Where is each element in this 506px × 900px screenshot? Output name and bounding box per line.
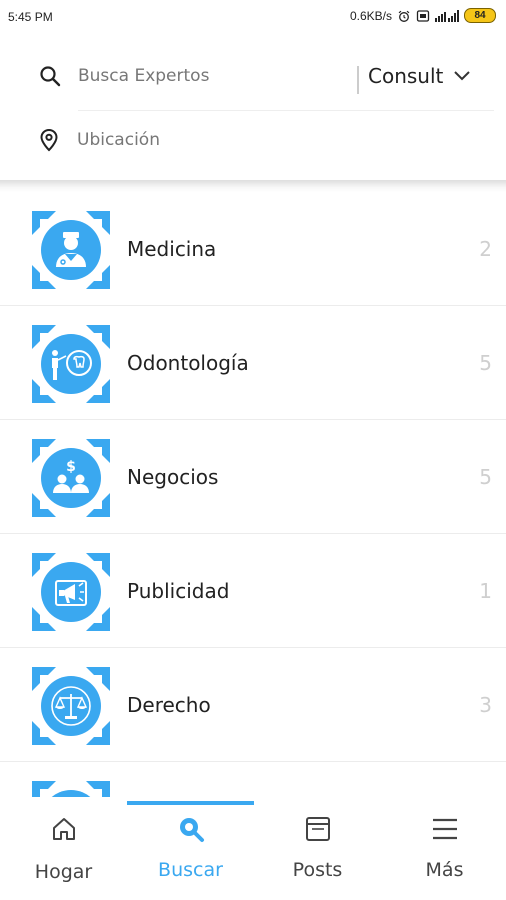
svg-text:$: $ (66, 459, 76, 475)
category-label: Negocios (127, 465, 219, 489)
nav-label: Hogar (34, 861, 93, 883)
category-list: Medicina 2 Odontología 5 $ Negocios 5 Pu… (0, 192, 506, 797)
alarm-icon (398, 10, 410, 22)
battery-indicator: 84 (464, 8, 496, 23)
nav-label: Más (425, 859, 464, 881)
category-count: 2 (479, 237, 492, 261)
chevron-down-icon (454, 71, 471, 81)
dentist-icon (32, 325, 110, 403)
field-divider (78, 110, 494, 111)
search-filter-divider (357, 66, 359, 94)
network-speed: 0.6KB/s (349, 8, 392, 23)
category-label: Publicidad (127, 579, 230, 603)
category-count: 1 (479, 579, 492, 603)
category-row-partial[interactable] (0, 762, 506, 797)
search-icon (40, 66, 61, 87)
search-input[interactable] (78, 62, 348, 90)
nav-item-hogar[interactable]: Hogar (0, 797, 127, 900)
category-label: Derecho (127, 693, 211, 717)
bottom-navigation: Hogar Buscar Posts Más (0, 797, 506, 900)
category-count: 5 (479, 351, 492, 375)
menu-icon (432, 818, 457, 840)
home-icon (52, 818, 75, 840)
posts-icon (305, 817, 330, 841)
status-indicators: 0.6KB/s 84 (350, 8, 496, 23)
category-row-publicidad[interactable]: Publicidad 1 (0, 534, 506, 648)
category-row-medicina[interactable]: Medicina 2 (0, 192, 506, 306)
status-time: 5:45 PM (8, 10, 53, 24)
nav-item-buscar[interactable]: Buscar (127, 797, 254, 900)
header-shadow (0, 180, 506, 192)
nav-label: Buscar (158, 859, 223, 881)
category-count: 5 (479, 465, 492, 489)
advertising-icon (32, 553, 110, 631)
sim-icon (416, 9, 430, 22)
category-label: Medicina (127, 237, 217, 261)
status-bar: 5:45 PM 0.6KB/s 84 (0, 0, 506, 36)
category-count: 3 (479, 693, 492, 717)
consult-dropdown-label: Consult (368, 64, 444, 88)
law-scale-icon (32, 667, 110, 745)
location-pin-icon (40, 128, 58, 152)
category-icon (32, 781, 110, 797)
consult-dropdown[interactable]: Consult (368, 64, 471, 88)
nav-label: Posts (292, 859, 343, 881)
category-label: Odontología (127, 351, 249, 375)
search-bar: Consult (0, 48, 506, 108)
nav-item-mas[interactable]: Más (381, 797, 506, 900)
location-bar (0, 118, 506, 162)
business-icon: $ (32, 439, 110, 517)
category-row-negocios[interactable]: $ Negocios 5 (0, 420, 506, 534)
signal-icon (435, 9, 459, 22)
nav-item-posts[interactable]: Posts (254, 797, 381, 900)
search-icon (179, 818, 204, 842)
active-tab-indicator (127, 801, 254, 805)
category-row-odontologia[interactable]: Odontología 5 (0, 306, 506, 420)
doctor-icon (32, 211, 110, 289)
location-input[interactable] (77, 126, 377, 154)
category-row-derecho[interactable]: Derecho 3 (0, 648, 506, 762)
